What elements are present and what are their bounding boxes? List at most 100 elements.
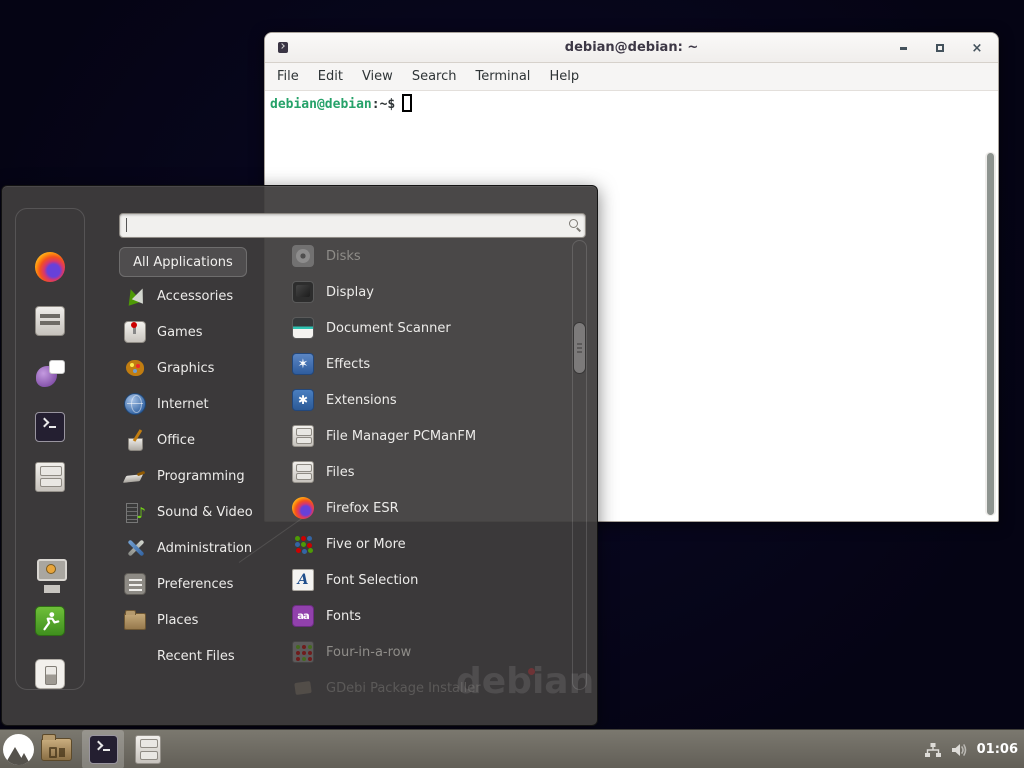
app-item-four-in-a-row[interactable]: Four-in-a-row — [292, 634, 568, 670]
internet-icon — [124, 393, 146, 415]
taskbar: 01:06 — [0, 729, 1024, 768]
close-button[interactable]: × — [970, 41, 984, 55]
network-icon[interactable] — [924, 742, 942, 758]
favorite-firefox[interactable] — [33, 250, 67, 284]
window-title: debian@debian: ~ — [565, 40, 698, 55]
disks-icon — [292, 245, 314, 267]
firefox-icon — [35, 252, 65, 282]
app-item-document-scanner[interactable]: Document Scanner — [292, 310, 568, 346]
graphics-icon — [124, 357, 146, 379]
file-manager-icon — [292, 425, 314, 447]
files-icon — [292, 461, 314, 483]
display-icon — [292, 281, 314, 303]
terminal-icon — [89, 735, 118, 764]
favorites-sidebar — [15, 208, 85, 690]
app-item-display[interactable]: Display — [292, 274, 568, 310]
favorite-terminal[interactable] — [33, 410, 67, 444]
prompt-symbol: :~$ — [372, 97, 395, 112]
all-applications-button[interactable]: All Applications — [119, 247, 247, 277]
terminal-scrollbar-thumb[interactable] — [987, 153, 994, 515]
menu-edit[interactable]: Edit — [318, 69, 343, 84]
category-sound-video[interactable]: Sound & Video — [124, 494, 282, 530]
fonts-icon: aa — [292, 605, 314, 627]
gdebi-icon — [292, 677, 314, 699]
category-places[interactable]: Places — [124, 602, 282, 638]
category-list: Accessories Games Graphics Internet Offi… — [124, 278, 282, 674]
log-out-button[interactable] — [33, 604, 67, 638]
category-games[interactable]: Games — [124, 314, 282, 350]
category-graphics[interactable]: Graphics — [124, 350, 282, 386]
five-or-more-icon — [292, 533, 314, 555]
shut-down-button[interactable] — [33, 657, 67, 691]
app-item-file-manager-pcmanfm[interactable]: File Manager PCManFM — [292, 418, 568, 454]
font-selection-icon: A — [292, 569, 314, 591]
preferences-icon — [124, 573, 146, 595]
character-map-icon — [35, 306, 65, 336]
category-accessories[interactable]: Accessories — [124, 278, 282, 314]
category-programming[interactable]: Programming — [124, 458, 282, 494]
app-item-firefox-esr[interactable]: Firefox ESR — [292, 490, 568, 526]
app-item-gdebi-package-installer[interactable]: GDebi Package Installer — [292, 670, 568, 706]
app-item-five-or-more[interactable]: Five or More — [292, 526, 568, 562]
terminal-menubar: File Edit View Search Terminal Help — [265, 63, 998, 91]
lock-screen-button[interactable] — [33, 554, 67, 588]
log-out-icon — [35, 606, 65, 636]
category-administration[interactable]: Administration — [124, 530, 282, 566]
programming-icon — [124, 465, 146, 487]
clock[interactable]: 01:06 — [977, 742, 1018, 757]
favorite-character-map[interactable] — [33, 304, 67, 338]
close-icon: × — [972, 42, 983, 55]
four-in-a-row-icon — [292, 641, 314, 663]
application-list: Disks Display Document Scanner ✶Effects … — [292, 238, 568, 706]
search-input[interactable] — [119, 213, 586, 238]
menu-terminal[interactable]: Terminal — [475, 69, 530, 84]
menu-button[interactable] — [3, 734, 34, 765]
all-applications-label: All Applications — [133, 255, 233, 270]
window-controls: × — [896, 33, 984, 63]
maximize-button[interactable] — [933, 41, 947, 55]
app-item-disks[interactable]: Disks — [292, 238, 568, 274]
taskbar-file-manager-button[interactable] — [41, 738, 72, 761]
administration-icon — [124, 537, 146, 559]
volume-icon[interactable] — [951, 742, 968, 758]
effects-icon: ✶ — [292, 353, 314, 375]
minimize-icon — [900, 47, 907, 50]
menu-file[interactable]: File — [277, 69, 299, 84]
menu-view[interactable]: View — [362, 69, 393, 84]
category-recent-files[interactable]: Recent Files — [124, 638, 282, 674]
minimize-button[interactable] — [896, 41, 910, 55]
menu-search[interactable]: Search — [412, 69, 457, 84]
terminal-scrollbar[interactable] — [985, 152, 996, 516]
menu-scrollbar[interactable] — [572, 240, 587, 690]
favorite-file-manager[interactable] — [33, 460, 67, 494]
category-internet[interactable]: Internet — [124, 386, 282, 422]
system-tray: 01:06 — [924, 730, 1018, 768]
office-icon — [124, 429, 146, 451]
menu-help[interactable]: Help — [549, 69, 579, 84]
taskbar-terminal-button[interactable] — [82, 730, 124, 768]
app-item-extensions[interactable]: ✱Extensions — [292, 382, 568, 418]
terminal-app-icon — [278, 42, 288, 53]
app-item-fonts[interactable]: aaFonts — [292, 598, 568, 634]
shut-down-icon — [35, 659, 65, 689]
category-preferences[interactable]: Preferences — [124, 566, 282, 602]
prompt-user: debian@debian — [270, 97, 372, 112]
search-box — [119, 213, 586, 238]
taskbar-files-button[interactable] — [135, 735, 161, 764]
sound-video-icon — [124, 501, 146, 523]
extensions-icon: ✱ — [292, 389, 314, 411]
terminal-titlebar[interactable]: debian@debian: ~ × — [265, 33, 998, 63]
terminal-icon — [35, 412, 65, 442]
terminal-cursor — [402, 94, 412, 112]
category-office[interactable]: Office — [124, 422, 282, 458]
favorite-pidgin[interactable] — [33, 357, 67, 391]
places-icon — [124, 613, 146, 630]
app-item-effects[interactable]: ✶Effects — [292, 346, 568, 382]
app-item-files[interactable]: Files — [292, 454, 568, 490]
application-menu: debian All Applications — [1, 185, 598, 726]
lock-screen-icon — [35, 556, 65, 586]
text-caret — [126, 218, 127, 232]
accessories-icon — [124, 285, 146, 307]
app-item-font-selection[interactable]: AFont Selection — [292, 562, 568, 598]
menu-scrollbar-thumb[interactable] — [574, 323, 585, 373]
